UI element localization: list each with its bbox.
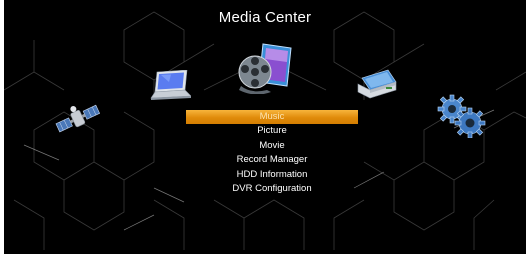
media-center-screen: Media Center Music Picture Movie Record … (4, 0, 526, 254)
satellite-icon[interactable] (54, 100, 102, 138)
menu-item-music[interactable]: Music (186, 110, 358, 125)
laptop-icon[interactable] (149, 70, 191, 100)
media-center-menu: Music Picture Movie Record Manager HDD I… (186, 110, 358, 196)
page-title: Media Center (218, 9, 312, 26)
menu-item-picture[interactable]: Picture (186, 124, 358, 138)
film-reel-media-icon[interactable] (237, 42, 297, 94)
scanner-icon[interactable] (356, 68, 398, 100)
menu-item-movie[interactable]: Movie (186, 139, 358, 153)
menu-item-dvr-configuration[interactable]: DVR Configuration (186, 182, 358, 196)
menu-item-record-manager[interactable]: Record Manager (186, 153, 358, 167)
menu-item-hdd-information[interactable]: HDD Information (186, 168, 358, 182)
gears-icon[interactable] (436, 94, 486, 138)
